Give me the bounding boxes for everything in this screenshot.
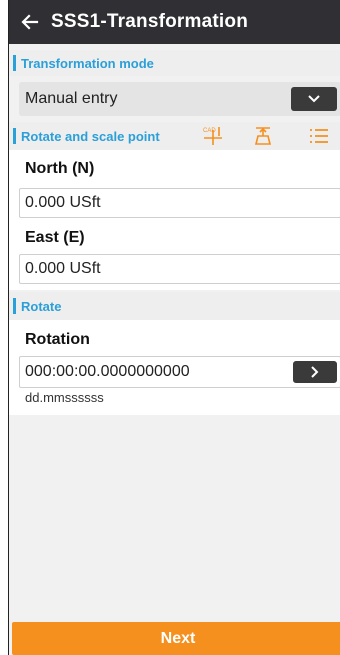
north-label: North (N)	[25, 160, 95, 177]
list-button[interactable]	[307, 124, 331, 148]
chevron-right-icon	[311, 366, 319, 378]
cad-point-icon: CAD	[203, 127, 222, 145]
east-label: East (E)	[25, 229, 85, 246]
select-value: Manual entry	[25, 90, 118, 107]
east-input[interactable]: 0.000 USft	[19, 254, 340, 284]
section-rotate: Rotate	[9, 292, 340, 320]
rotation-next-button[interactable]	[293, 361, 337, 383]
rotation-label: Rotation	[25, 331, 90, 348]
transformation-mode-select[interactable]: Manual entry	[19, 82, 340, 116]
section-label: Rotate and scale point	[21, 128, 160, 144]
rotation-format-hint: dd.mmssssss	[25, 390, 104, 405]
back-button[interactable]	[9, 0, 51, 44]
section-label: Transformation mode	[21, 55, 154, 71]
section-label: Rotate	[21, 298, 62, 314]
app-header: SSS1-Transformation	[9, 0, 340, 44]
stakeout-point-icon	[254, 127, 272, 145]
back-arrow-icon	[21, 14, 39, 30]
cad-text: CAD	[203, 128, 216, 134]
app-screen: SSS1-Transformation Transformation mode …	[8, 0, 340, 655]
section-transformation-mode: Transformation mode	[9, 50, 340, 76]
section-rotate-scale-point: Rotate and scale point	[9, 122, 340, 150]
page-title: SSS1-Transformation	[51, 11, 249, 32]
section-marker	[13, 298, 16, 314]
rotation-input[interactable]: 000:00:00.0000000000	[19, 356, 340, 388]
next-button[interactable]: Next	[12, 622, 340, 655]
north-input[interactable]: 0.000 USft	[19, 188, 340, 218]
chevron-down-icon	[308, 95, 320, 103]
section-marker	[13, 55, 16, 71]
cad-point-button[interactable]: CAD	[201, 124, 225, 148]
section-marker	[13, 128, 16, 144]
dropdown-button[interactable]	[291, 87, 337, 111]
list-icon	[310, 129, 328, 143]
stakeout-point-button[interactable]	[251, 124, 275, 148]
